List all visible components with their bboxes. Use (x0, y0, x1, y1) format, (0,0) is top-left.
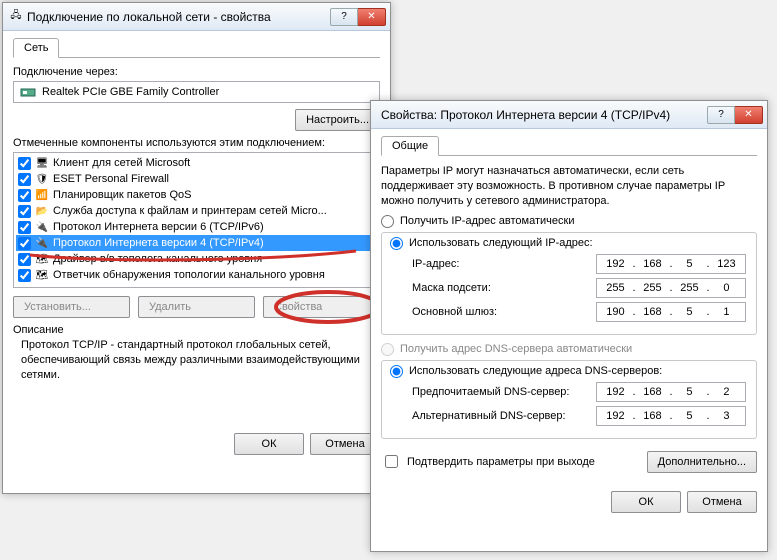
subnet-mask-input[interactable]: 255.255.255.0 (596, 278, 746, 298)
list-item[interactable]: 🛡ESET Personal Firewall (16, 171, 377, 187)
titlebar[interactable]: 🖧 Подключение по локальной сети - свойст… (3, 3, 390, 31)
label-dns2: Альтернативный DNS-сервер: (412, 410, 566, 422)
ipv4-properties-window: Свойства: Протокол Интернета версии 4 (T… (370, 100, 768, 552)
nic-icon (20, 84, 36, 100)
tab-network[interactable]: Сеть (13, 38, 59, 58)
list-item[interactable]: 🖥Клиент для сетей Microsoft (16, 155, 377, 171)
service-icon: 📂 (35, 204, 49, 218)
gateway-input[interactable]: 190.168.5.1 (596, 302, 746, 322)
radio-auto-dns: Получить адрес DNS-сервера автоматически (381, 343, 757, 356)
ip-address-input[interactable]: 192.168.5.123 (596, 254, 746, 274)
list-item[interactable]: 📂Служба доступа к файлам и принтерам сет… (16, 203, 377, 219)
list-item[interactable]: 📶Планировщик пакетов QoS (16, 187, 377, 203)
row-mask: Маска подсети: 255.255.255.0 (412, 278, 746, 298)
label-mask: Маска подсети: (412, 282, 491, 294)
close-button[interactable]: ✕ (358, 8, 386, 26)
advanced-button[interactable]: Дополнительно... (647, 451, 757, 473)
item-checkbox[interactable] (18, 189, 31, 202)
dns-groupbox: Использовать следующие адреса DNS-сервер… (381, 360, 757, 439)
dns2-input[interactable]: 192.168.5.3 (596, 406, 746, 426)
radio-auto-dns-input (381, 343, 394, 356)
label-dns1: Предпочитаемый DNS-сервер: (412, 386, 569, 398)
list-item[interactable]: 🔌Протокол Интернета версии 6 (TCP/IPv6) (16, 219, 377, 235)
tab-bar: Сеть (13, 37, 380, 58)
tab-bar: Общие (381, 135, 757, 156)
description-label: Описание (13, 324, 380, 336)
driver-icon: 🗺 (35, 252, 49, 266)
properties-button[interactable]: Свойства (263, 296, 380, 318)
list-item[interactable]: 🗺Ответчик обнаружения топологии канально… (16, 267, 377, 283)
item-checkbox[interactable] (18, 173, 31, 186)
nic-name: Realtek PCIe GBE Family Controller (42, 86, 219, 98)
row-ip: IP-адрес: 192.168.5.123 (412, 254, 746, 274)
dns1-input[interactable]: 192.168.5.2 (596, 382, 746, 402)
window-title: Свойства: Протокол Интернета версии 4 (T… (377, 108, 707, 122)
help-button[interactable]: ? (707, 106, 735, 124)
titlebar[interactable]: Свойства: Протокол Интернета версии 4 (T… (371, 101, 767, 129)
firewall-icon: 🛡 (35, 172, 49, 186)
row-dns2: Альтернативный DNS-сервер: 192.168.5.3 (412, 406, 746, 426)
service-icon: 📶 (35, 188, 49, 202)
close-button[interactable]: ✕ (735, 106, 763, 124)
radio-manual-ip[interactable]: Использовать следующий IP-адрес: (390, 237, 746, 250)
ok-button[interactable]: ОК (234, 433, 304, 455)
ok-button[interactable]: ОК (611, 491, 681, 513)
item-checkbox[interactable] (18, 237, 31, 250)
radio-manual-dns-input[interactable] (390, 365, 403, 378)
item-checkbox[interactable] (18, 157, 31, 170)
tab-general[interactable]: Общие (381, 136, 439, 156)
components-list[interactable]: 🖥Клиент для сетей Microsoft 🛡ESET Person… (13, 152, 380, 288)
radio-manual-dns[interactable]: Использовать следующие адреса DNS-сервер… (390, 365, 746, 378)
client-icon: 🖥 (35, 156, 49, 170)
item-checkbox[interactable] (18, 205, 31, 218)
intro-text: Параметры IP могут назначаться автоматич… (381, 164, 757, 209)
install-button[interactable]: Установить... (13, 296, 130, 318)
window-title: Подключение по локальной сети - свойства (23, 10, 330, 24)
validate-on-exit[interactable]: Подтвердить параметры при выходе (381, 452, 595, 471)
protocol-icon: 🔌 (35, 220, 49, 234)
radio-auto-ip-input[interactable] (381, 215, 394, 228)
validate-checkbox[interactable] (385, 455, 398, 468)
lan-properties-window: 🖧 Подключение по локальной сети - свойст… (2, 2, 391, 494)
configure-button[interactable]: Настроить... (295, 109, 380, 131)
help-button[interactable]: ? (330, 8, 358, 26)
remove-button[interactable]: Удалить (138, 296, 255, 318)
radio-manual-ip-input[interactable] (390, 237, 403, 250)
row-dns1: Предпочитаемый DNS-сервер: 192.168.5.2 (412, 382, 746, 402)
label-gateway: Основной шлюз: (412, 306, 497, 318)
list-item[interactable]: 🗺Драйвер в/в тополога канального уровня (16, 251, 377, 267)
ip-groupbox: Использовать следующий IP-адрес: IP-адре… (381, 232, 757, 335)
window-icon: 🖧 (9, 10, 23, 24)
row-gateway: Основной шлюз: 190.168.5.1 (412, 302, 746, 322)
protocol-icon: 🔌 (35, 236, 49, 250)
connect-via-label: Подключение через: (13, 66, 380, 78)
item-checkbox[interactable] (18, 221, 31, 234)
list-item-selected[interactable]: 🔌Протокол Интернета версии 4 (TCP/IPv4) (16, 235, 377, 251)
driver-icon: 🗺 (35, 268, 49, 282)
components-label: Отмеченные компоненты используются этим … (13, 137, 380, 149)
item-checkbox[interactable] (18, 269, 31, 282)
radio-auto-ip[interactable]: Получить IP-адрес автоматически (381, 215, 757, 228)
description-text: Протокол TCP/IP - стандартный протокол г… (13, 336, 380, 383)
nic-field: Realtek PCIe GBE Family Controller (13, 81, 380, 103)
label-ip: IP-адрес: (412, 258, 459, 270)
item-checkbox[interactable] (18, 253, 31, 266)
cancel-button[interactable]: Отмена (687, 491, 757, 513)
